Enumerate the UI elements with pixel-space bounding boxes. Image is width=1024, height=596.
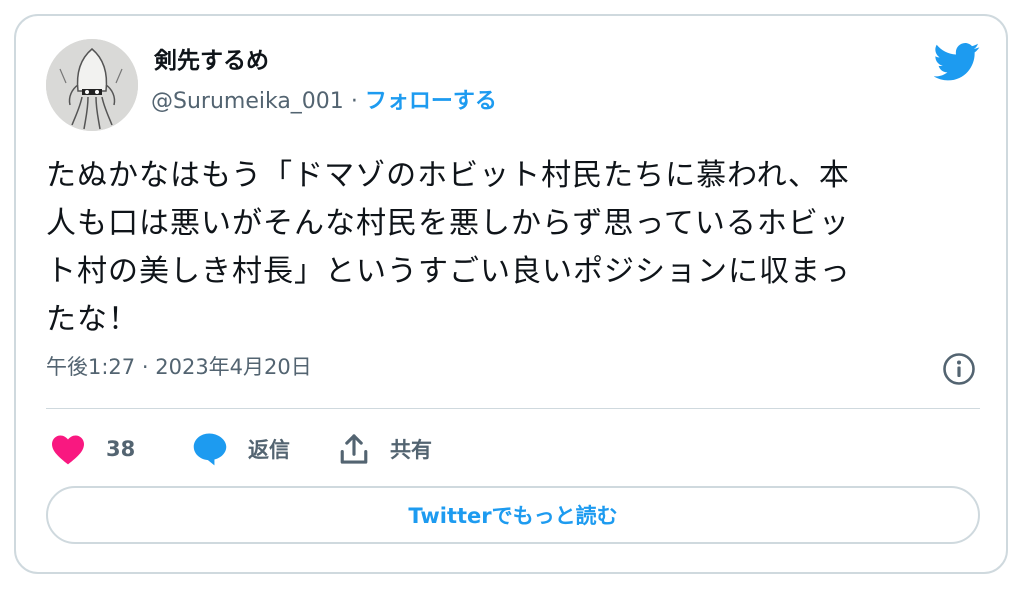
tweet-text-line: たぬかなはもう「ドマゾのホビット村民たちに慕われ、本 <box>46 158 850 193</box>
info-icon[interactable] <box>942 352 976 386</box>
tweet-time: 午後1:27 <box>46 355 136 379</box>
separator-dot: · <box>141 355 149 379</box>
follow-link[interactable]: フォローする <box>365 89 497 114</box>
like-count: 38 <box>106 437 136 461</box>
separator-dot: · <box>350 89 358 114</box>
twitter-bird-icon[interactable] <box>934 42 980 82</box>
reply-label: 返信 <box>248 438 290 462</box>
divider <box>46 408 980 409</box>
heart-icon <box>52 435 84 465</box>
tweet-timestamp[interactable]: 午後1:27 · 2023年4月20日 <box>46 352 312 382</box>
share-label: 共有 <box>390 438 432 462</box>
tweet-text-line: ト村の美しき村長」というすごい良いポジションに収まっ <box>46 254 851 289</box>
display-name[interactable]: 剣先するめ <box>154 46 269 76</box>
tweet-date: 2023年4月20日 <box>155 355 312 379</box>
reply-button[interactable]: 返信 <box>192 429 290 469</box>
avatar[interactable] <box>46 39 138 131</box>
embedded-tweet-card: 剣先するめ @Surumeika_001 · フォローする たぬかなはもう「ドマ… <box>14 14 1008 574</box>
read-more-on-twitter-button[interactable]: Twitterでもっと読む <box>46 486 980 544</box>
squid-avatar-illustration <box>46 39 138 131</box>
user-handle[interactable]: @Surumeika_001 <box>151 89 344 114</box>
share-icon <box>340 434 368 464</box>
share-button[interactable]: 共有 <box>338 429 432 469</box>
tweet-text: たぬかなはもう「ドマゾのホビット村民たちに慕われ、本 人も口は悪いがそんな村民を… <box>46 152 986 344</box>
handle-row: @Surumeika_001 · フォローする <box>151 87 497 117</box>
tweet-text-line: たな！ <box>46 302 139 337</box>
reply-bubble-icon <box>193 433 227 466</box>
like-button[interactable]: 38 <box>50 429 135 469</box>
tweet-text-line: 人も口は悪いがそんな村民を悪しからず思っているホビッ <box>46 206 850 241</box>
